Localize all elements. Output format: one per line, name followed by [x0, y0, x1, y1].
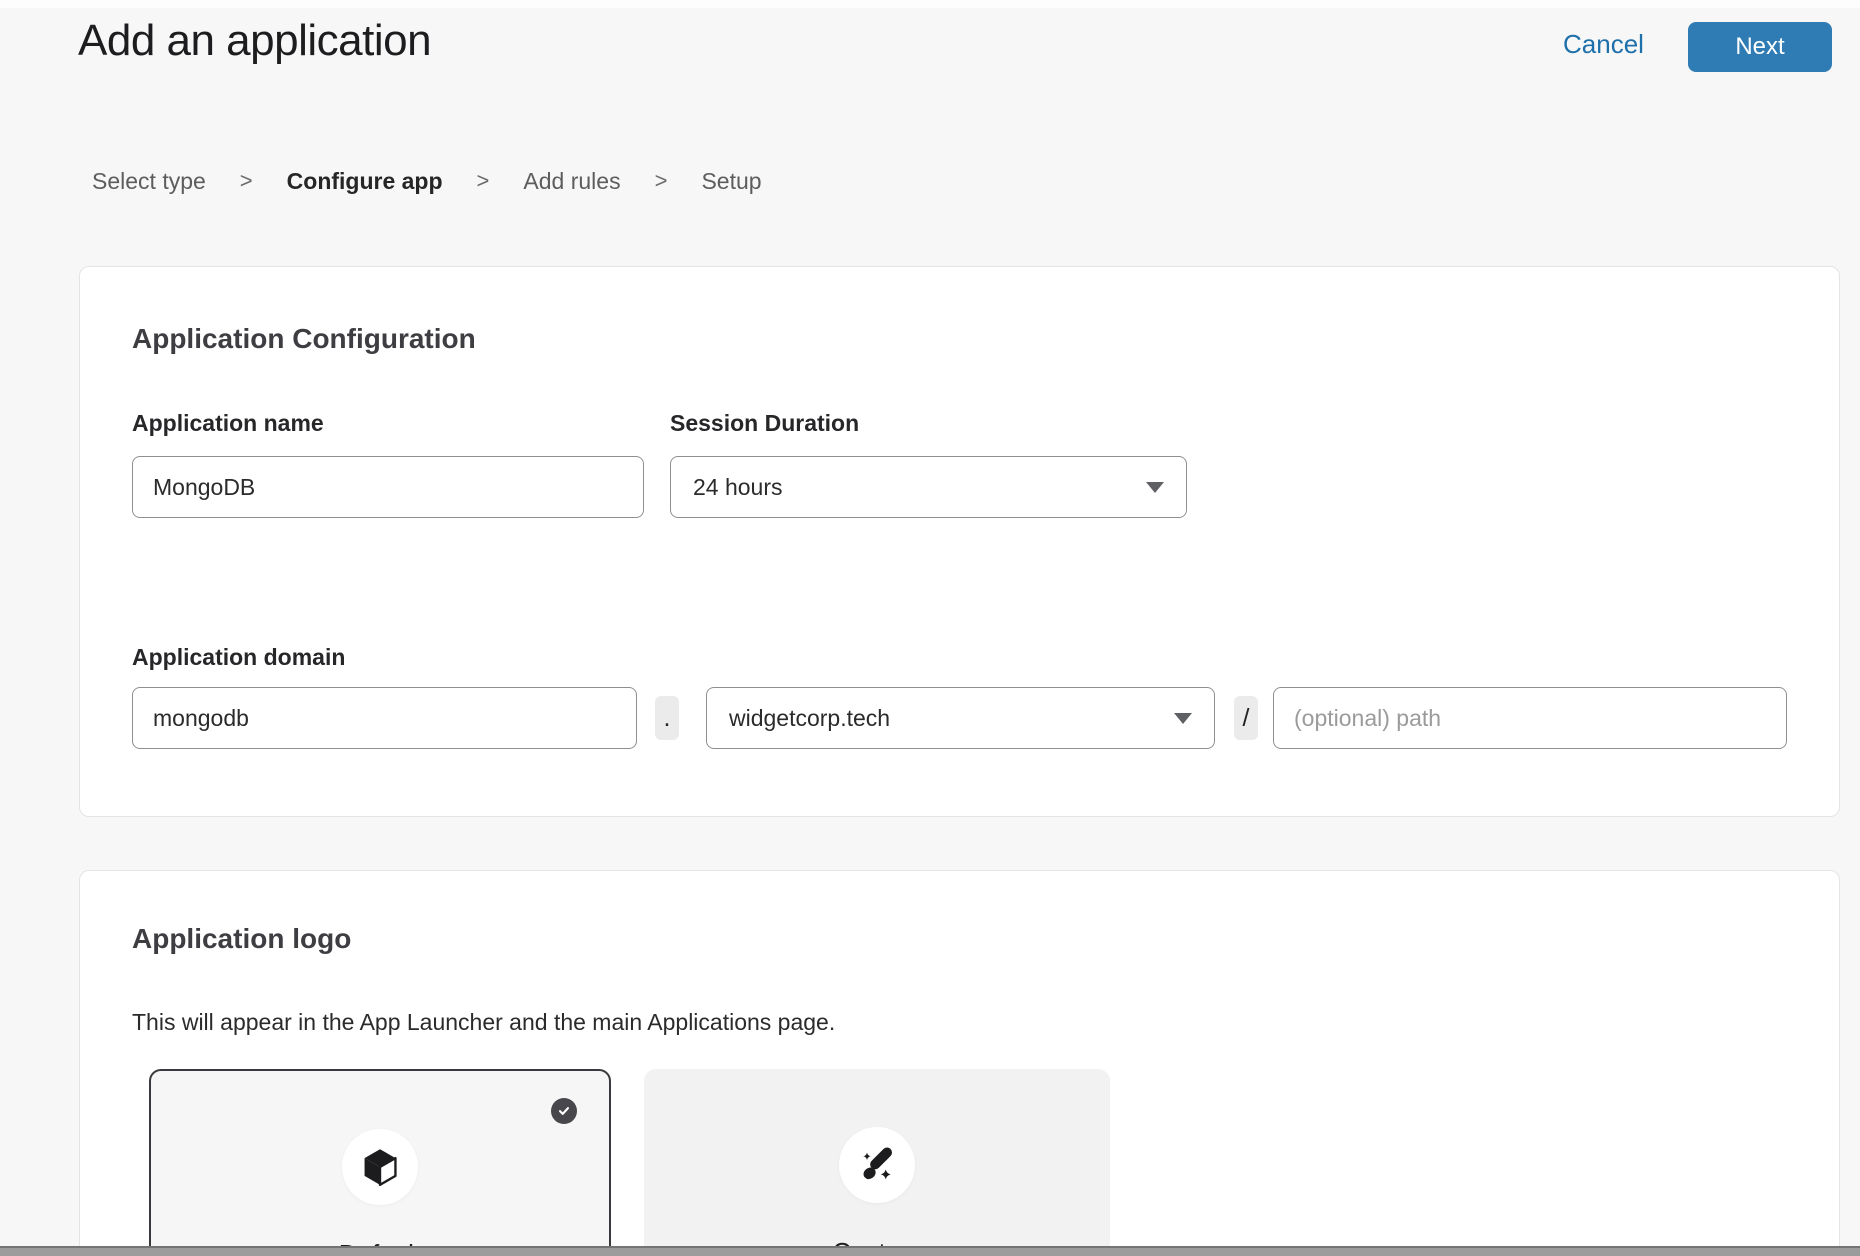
application-name-label: Application name — [132, 409, 324, 438]
paintbrush-icon — [857, 1145, 897, 1185]
subdomain-input[interactable] — [132, 687, 637, 749]
logo-description: This will appear in the App Launcher and… — [132, 1009, 835, 1036]
path-input[interactable] — [1273, 687, 1787, 749]
session-duration-label: Session Duration — [670, 409, 859, 438]
domain-value: widgetcorp.tech — [729, 705, 890, 732]
page-title: Add an application — [78, 16, 431, 66]
logo-heading: Application logo — [132, 923, 351, 955]
application-name-input[interactable] — [132, 456, 644, 518]
logo-option-custom[interactable]: Custom — [644, 1069, 1110, 1256]
cancel-button[interactable]: Cancel — [1563, 29, 1644, 60]
next-button[interactable]: Next — [1688, 22, 1832, 72]
application-logo-card: Application logo This will appear in the… — [79, 870, 1840, 1256]
default-logo-circle — [342, 1129, 418, 1205]
step-setup[interactable]: Setup — [701, 166, 761, 196]
application-domain-label: Application domain — [132, 643, 345, 672]
horizontal-scrollbar[interactable] — [0, 1246, 1860, 1256]
logo-option-default[interactable]: Default — [149, 1069, 611, 1256]
selected-check-badge — [551, 1098, 577, 1124]
domain-select[interactable]: widgetcorp.tech — [706, 687, 1215, 749]
step-add-rules[interactable]: Add rules — [523, 166, 620, 196]
dot-separator: . — [655, 696, 679, 740]
breadcrumb-separator: > — [655, 166, 668, 196]
application-configuration-card: Application Configuration Application na… — [79, 266, 1840, 817]
window-top-edge — [0, 0, 1860, 8]
cube-icon — [363, 1148, 397, 1186]
session-duration-value: 24 hours — [693, 474, 783, 501]
chevron-down-icon — [1146, 482, 1164, 493]
slash-separator: / — [1234, 696, 1258, 740]
session-duration-select[interactable]: 24 hours — [670, 456, 1187, 518]
breadcrumb-separator: > — [240, 166, 253, 196]
chevron-down-icon — [1174, 713, 1192, 724]
check-icon — [556, 1103, 572, 1119]
step-configure-app[interactable]: Configure app — [287, 166, 443, 196]
custom-logo-circle — [839, 1127, 915, 1203]
configuration-heading: Application Configuration — [132, 323, 476, 355]
step-select-type[interactable]: Select type — [92, 166, 206, 196]
breadcrumb-separator: > — [477, 166, 490, 196]
breadcrumb: Select type > Configure app > Add rules … — [92, 166, 762, 196]
